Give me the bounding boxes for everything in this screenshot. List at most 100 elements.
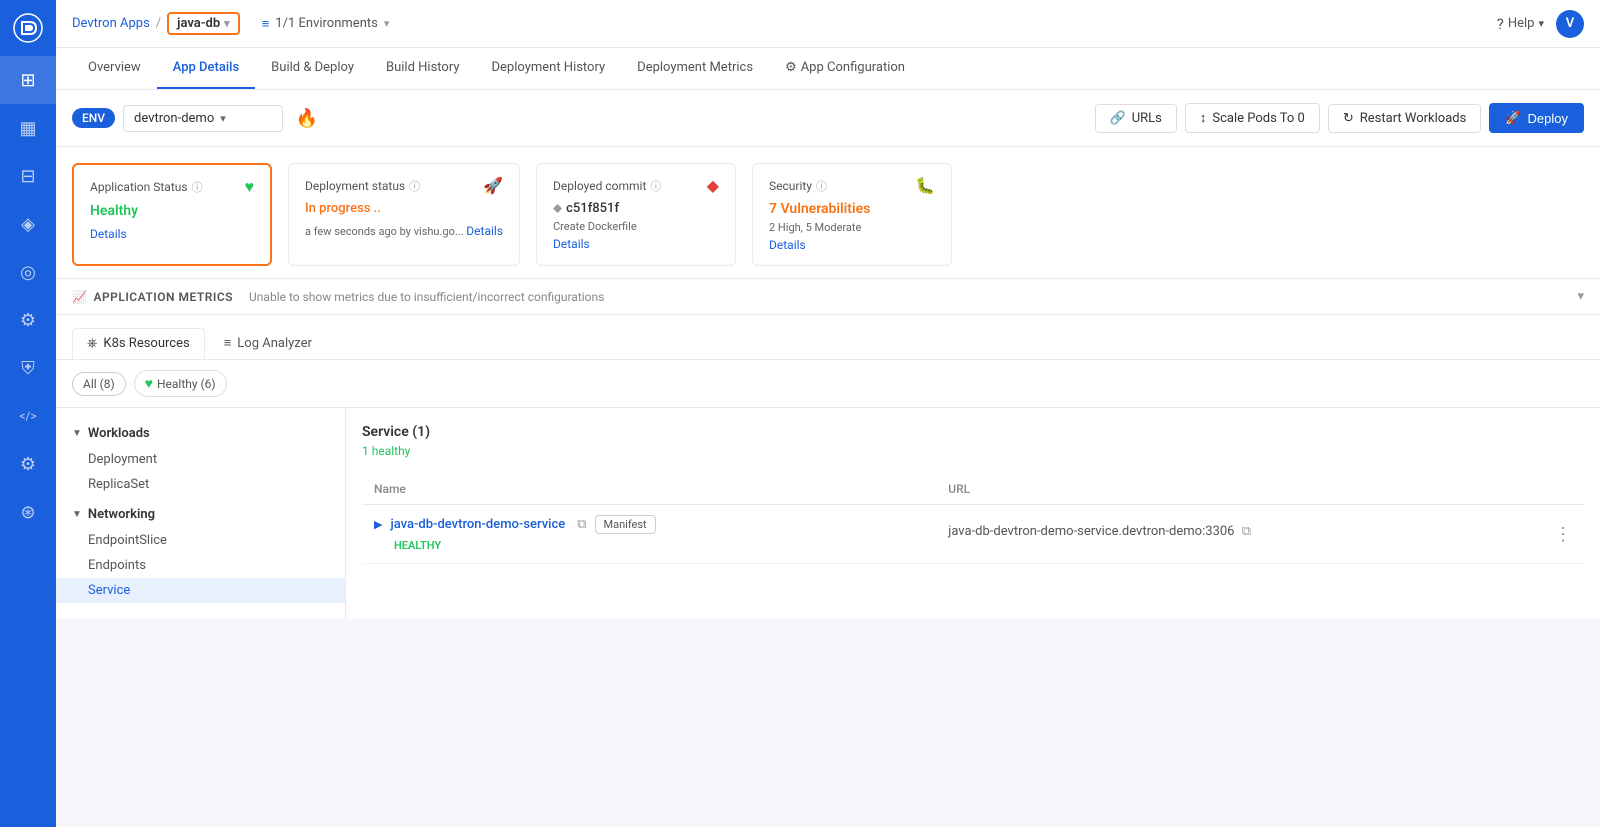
app-status-info-icon[interactable]: ⓘ [192,179,203,195]
app-status-card: Application Status ⓘ ♥ Healthy Details [72,163,272,266]
app-status-title: Application Status ⓘ [90,179,203,195]
k8s-item-endpoints[interactable]: Endpoints [56,553,345,578]
breadcrumb-current-app[interactable]: java-db ▾ [167,12,240,35]
app-status-card-header: Application Status ⓘ ♥ [90,177,254,197]
commit-details-link[interactable]: Details [553,237,590,251]
app-status-details-link[interactable]: Details [90,227,127,241]
copy-url-icon[interactable]: ⧉ [1242,524,1251,539]
dashboard-icon: ⊞ [20,70,35,91]
healthy-filter-icon: ♥ [145,375,153,392]
k8s-item-deployment[interactable]: Deployment [56,447,345,472]
k8s-item-endpointslice[interactable]: EndpointSlice [56,528,345,553]
deployment-status-card: Deployment status ⓘ 🚀 In progress .. a f… [288,163,520,266]
row-expand-icon[interactable]: ▶ [374,518,382,531]
sidebar-item-layers[interactable]: ⊛ [0,488,56,536]
nav-tabs: Overview App Details Build & Deploy Buil… [56,48,1600,90]
metrics-chevron-icon: ▾ [1577,289,1584,304]
k8s-panel: ▼ Workloads Deployment ReplicaSet ▼ Netw… [56,408,1600,619]
deployment-status-value: In progress .. [305,201,503,216]
sidebar-item-cube[interactable]: ◈ [0,200,56,248]
log-tab-icon: ≡ [224,335,232,351]
sidebar-logo[interactable] [0,0,56,56]
service-name-link[interactable]: java-db-devtron-demo-service [390,517,565,532]
chevron-down-icon: ▾ [224,17,230,30]
commit-hash: ⬥ c51f851f [553,201,719,216]
rocket-icon: 🚀 [483,176,503,195]
filter-healthy[interactable]: ♥ Healthy (6) [134,370,227,397]
service-section-subtitle: 1 healthy [362,444,1584,458]
metrics-label: 📈 APPLICATION METRICS [72,290,233,304]
sidebar-item-shield[interactable]: ⛨ [0,344,56,392]
tab-build-history[interactable]: Build History [370,48,476,89]
col-url: URL [936,474,1584,505]
networking-header[interactable]: ▼ Networking [56,501,345,528]
tab-app-configuration[interactable]: ⚙ App Configuration [769,48,921,89]
deploy-button[interactable]: 🚀 Deploy [1489,103,1584,133]
deployed-commit-title: Deployed commit ⓘ [553,178,661,194]
breadcrumb-separator: / [156,16,161,31]
sidebar-item-gear[interactable]: ⚙ [0,296,56,344]
heart-icon: ♥ [245,177,255,197]
k8s-item-replicaset[interactable]: ReplicaSet [56,472,345,497]
layers-icon: ⊛ [20,502,35,523]
workloads-section: ▼ Workloads Deployment ReplicaSet [56,420,345,497]
service-health-badge: HEALTHY [394,539,441,552]
sidebar-item-globe[interactable]: ◎ [0,248,56,296]
sidebar-item-chart[interactable]: ▦ [0,104,56,152]
tab-log-analyzer[interactable]: ≡ Log Analyzer [209,327,327,359]
help-button[interactable]: ? Help ▾ [1497,15,1544,33]
security-info-icon[interactable]: ⓘ [816,178,827,194]
sidebar-item-settings[interactable]: ⚙ [0,440,56,488]
commit-info-icon[interactable]: ⓘ [650,178,661,194]
tab-deployment-history[interactable]: Deployment History [475,48,621,89]
app-status-value: Healthy [90,203,254,219]
status-cards: Application Status ⓘ ♥ Healthy Details D… [56,147,1600,279]
diamond-icon: ◆ [707,176,719,195]
tab-deployment-metrics[interactable]: Deployment Metrics [621,48,769,89]
env-badge[interactable]: ≡ 1/1 Environments ▾ [262,16,390,32]
deployment-details-link[interactable]: Details [466,224,503,238]
breadcrumb-app[interactable]: Devtron Apps [72,16,150,31]
help-chevron-icon: ▾ [1538,17,1544,30]
service-name-cell: ▶ java-db-devtron-demo-service ⧉ Manifes… [362,505,936,564]
env-dropdown[interactable]: devtron-demo ▾ [123,105,283,132]
grid-icon: ⊟ [20,166,35,187]
security-details-link[interactable]: Details [769,238,806,252]
filter-all[interactable]: All (8) [72,372,126,396]
more-options-icon[interactable]: ⋮ [1554,524,1572,545]
k8s-sidebar: ▼ Workloads Deployment ReplicaSet ▼ Netw… [56,408,346,619]
workloads-header[interactable]: ▼ Workloads [56,420,345,447]
security-card-header: Security ⓘ 🐛 [769,176,935,195]
env-pill: ENV [72,108,115,128]
deployed-commit-card: Deployed commit ⓘ ◆ ⬥ c51f851f Create Do… [536,163,736,266]
deployment-info-icon[interactable]: ⓘ [409,178,420,194]
restart-workloads-button[interactable]: ↻ Restart Workloads [1328,104,1481,133]
globe-icon: ◎ [20,262,36,283]
networking-expand-icon: ▼ [72,509,82,520]
sidebar-item-dashboard[interactable]: ⊞ [0,56,56,104]
settings-icon: ⚙ [20,454,36,475]
user-avatar[interactable]: V [1556,10,1584,38]
metrics-bar[interactable]: 📈 APPLICATION METRICS Unable to show met… [56,279,1600,315]
sidebar-item-code[interactable]: </> [0,392,56,440]
service-table: Name URL ▶ java-db-devtron-demo-service [362,474,1584,564]
tab-app-details[interactable]: App Details [157,48,255,89]
gear-small-icon: ⚙ [785,60,797,75]
env-chevron-icon: ▾ [384,17,390,30]
scale-pods-button[interactable]: ↕ Scale Pods To 0 [1185,103,1320,133]
breadcrumb: Devtron Apps / java-db ▾ ≡ 1/1 Environme… [72,12,1489,35]
gear-icon: ⚙ [20,310,36,331]
content-area: ENV devtron-demo ▾ 🔥 🔗 URLs ↕ Scale Pods… [56,90,1600,827]
k8s-item-service[interactable]: Service [56,578,345,603]
code-icon: </> [19,409,36,423]
manifest-badge[interactable]: Manifest [595,515,656,534]
tab-build-deploy[interactable]: Build & Deploy [255,48,370,89]
dropdown-chevron-icon: ▾ [220,112,226,125]
filter-icon-button[interactable]: 🔥 [291,102,323,134]
sidebar-item-grid[interactable]: ⊟ [0,152,56,200]
deployment-status-card-header: Deployment status ⓘ 🚀 [305,176,503,195]
tab-k8s-resources[interactable]: ⎈ K8s Resources [72,328,205,359]
copy-service-name-icon[interactable]: ⧉ [577,517,586,532]
tab-overview[interactable]: Overview [72,48,157,89]
urls-button[interactable]: 🔗 URLs [1095,104,1177,133]
